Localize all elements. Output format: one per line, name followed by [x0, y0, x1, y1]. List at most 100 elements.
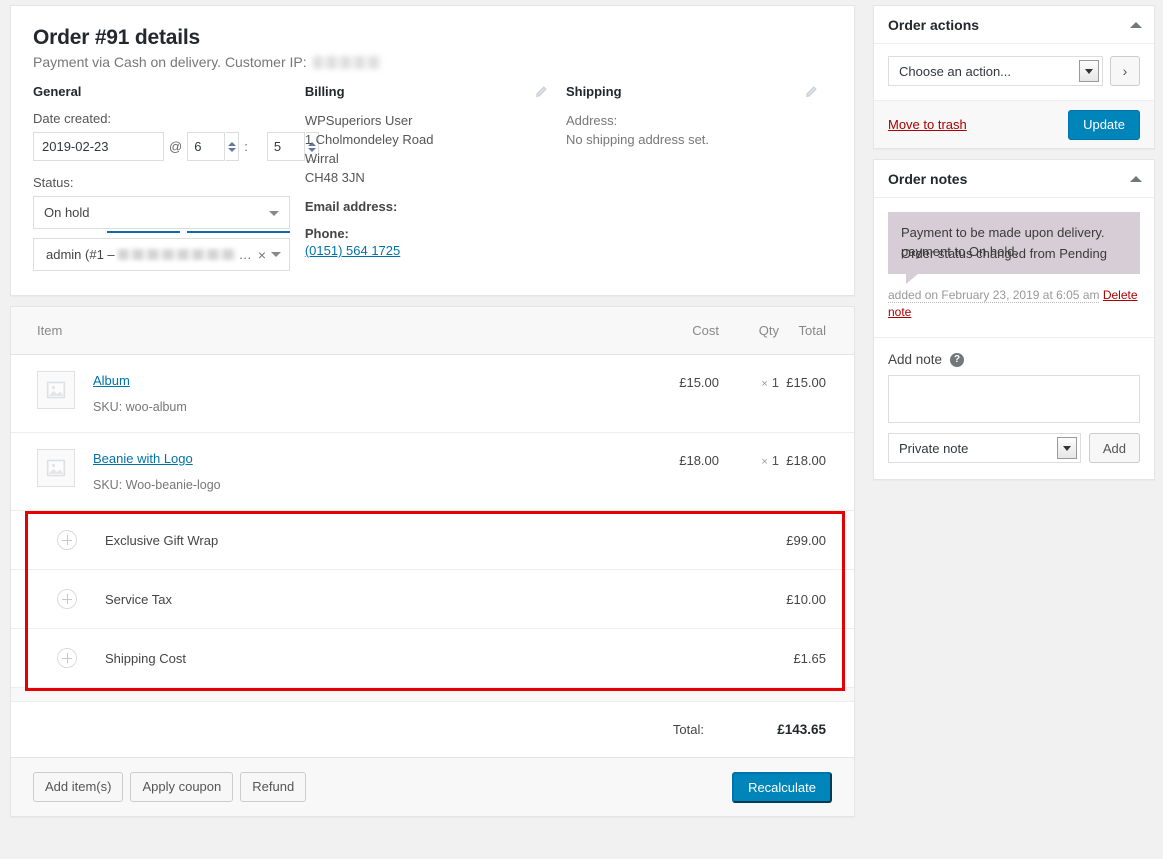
product-sku: SKU: woo-album — [93, 400, 187, 414]
order-action-select[interactable]: Choose an action... — [888, 56, 1103, 86]
table-row[interactable]: Service Tax £10.00 — [11, 570, 854, 629]
apply-action-button[interactable]: › — [1110, 56, 1140, 86]
order-data-panel: Order #91 details Payment via Cash on de… — [10, 5, 855, 296]
item-qty-value: 1 — [771, 375, 779, 390]
order-actions-panel: Order actions Choose an action... › Move… — [873, 5, 1155, 149]
general-column: General Date created: @ : — [33, 84, 319, 271]
date-created-label: Date created: — [33, 111, 112, 126]
fee-name: Shipping Cost — [105, 650, 186, 666]
note-type-value: Private note — [899, 440, 969, 456]
order-items-panel: Item Cost Qty Total Album SKU: woo-album — [10, 306, 855, 817]
table-row[interactable]: Beanie with Logo SKU: Woo-beanie-logo £1… — [11, 433, 854, 511]
add-fee-plus-icon[interactable] — [57, 530, 77, 550]
at-symbol: @ — [169, 139, 183, 154]
collapse-toggle-icon[interactable] — [1130, 21, 1142, 28]
sidebar: Order actions Choose an action... › Move… — [873, 5, 1155, 490]
add-note-section: Add note ? Private note Add — [874, 337, 1154, 479]
add-note-label: Add note — [888, 352, 943, 367]
date-created-input[interactable] — [33, 132, 164, 161]
shipping-address-label: Address: — [565, 113, 618, 128]
add-note-controls: Private note Add — [888, 433, 1140, 463]
general-heading: General — [33, 84, 82, 99]
underline-segment-left — [107, 231, 180, 233]
update-button[interactable]: Update — [1068, 109, 1140, 140]
item-details: Beanie with Logo SKU: Woo-beanie-logo — [93, 449, 649, 492]
clear-customer-icon[interactable]: × — [253, 247, 271, 263]
order-subtitle: Payment via Cash on delivery. Customer I… — [33, 54, 832, 70]
product-link[interactable]: Album — [93, 373, 130, 388]
move-to-trash-link[interactable]: Move to trash — [888, 117, 967, 132]
items-table-header: Item Cost Qty Total — [11, 307, 854, 355]
shipping-column: Shipping Address: No shipping address se… — [566, 84, 832, 271]
note-text: Payment to be made upon delivery. paymen… — [901, 223, 1127, 261]
items-action-bar: Add item(s) Apply coupon Refund Recalcul… — [11, 758, 854, 816]
spinner-down-icon[interactable] — [228, 147, 237, 152]
customer-name: admin (#1 – — [46, 247, 115, 262]
order-total-label: Total: — [672, 722, 704, 737]
collapse-toggle-icon[interactable] — [1130, 175, 1142, 182]
billing-email-label: Email address: — [304, 199, 398, 214]
order-status-value: On hold — [44, 205, 90, 220]
add-items-button[interactable]: Add item(s) — [33, 772, 124, 802]
shipping-heading: Shipping — [565, 84, 622, 99]
hour-input[interactable] — [187, 132, 226, 161]
fee-amount: £10.00 — [786, 591, 826, 607]
column-header-total: Total — [798, 323, 826, 338]
note-type-select[interactable]: Private note — [888, 433, 1081, 463]
note-line-3: Order status changed from Pending — [901, 246, 1107, 261]
billing-postcode: CH48 3JN — [304, 170, 365, 185]
add-note-button[interactable]: Add — [1088, 433, 1140, 463]
product-sku: SKU: Woo-beanie-logo — [93, 478, 221, 492]
image-placeholder-icon — [46, 381, 66, 399]
chevron-down-icon — [1062, 445, 1071, 451]
order-notes-panel: Order notes Payment to be made upon deli… — [873, 159, 1155, 480]
table-row[interactable]: Album SKU: woo-album £15.00 × 1 £15.00 — [11, 355, 854, 433]
billing-phone-link[interactable]: (0151) 564 1725 — [305, 243, 400, 258]
order-notes-list: Payment to be made upon delivery. paymen… — [874, 198, 1154, 337]
billing-column: Billing WPSuperiors User 1 Cholmondeley … — [305, 84, 566, 271]
billing-city: Wirral — [304, 151, 339, 166]
column-header-qty: Qty — [758, 323, 779, 338]
minute-input[interactable] — [266, 132, 305, 161]
add-fee-plus-icon[interactable] — [57, 589, 77, 609]
hour-spinner[interactable] — [226, 132, 240, 161]
add-note-textarea[interactable] — [888, 375, 1140, 423]
order-status-select[interactable]: On hold — [33, 196, 290, 229]
select-dropdown-button[interactable] — [1079, 60, 1099, 82]
status-label: Status: — [33, 175, 74, 190]
apply-coupon-button[interactable]: Apply coupon — [130, 772, 234, 802]
fee-rows-group: Exclusive Gift Wrap £99.00 Service Tax £… — [11, 511, 854, 702]
table-row[interactable]: Exclusive Gift Wrap £99.00 — [11, 511, 854, 570]
item-details: Album SKU: woo-album — [93, 371, 649, 414]
spinner-up-icon[interactable] — [228, 141, 237, 146]
minute-stepper[interactable] — [266, 132, 319, 161]
table-row[interactable]: Shipping Cost £1.65 — [11, 629, 854, 688]
item-qty: × 1 — [719, 449, 779, 468]
list-item: Payment to be made upon delivery. paymen… — [888, 212, 1140, 321]
add-fee-plus-icon[interactable] — [57, 648, 77, 668]
payment-method-text: Payment via Cash on delivery. Customer I… — [33, 54, 307, 70]
edit-billing-pencil-icon[interactable] — [534, 85, 548, 99]
customer-ellipsis: … — [238, 247, 252, 262]
shipping-address-value: No shipping address set. — [565, 132, 710, 147]
help-icon[interactable]: ? — [950, 352, 965, 367]
refund-button[interactable]: Refund — [240, 772, 307, 802]
billing-address1: 1 Cholmondeley Road — [304, 132, 434, 147]
product-thumbnail — [37, 371, 75, 409]
billing-heading: Billing — [304, 84, 345, 99]
customer-value: admin (#1 – … — [46, 247, 252, 262]
recalculate-button[interactable]: Recalculate — [732, 771, 832, 803]
customer-select[interactable]: admin (#1 – … × — [33, 238, 290, 271]
select-dropdown-button[interactable] — [1056, 437, 1077, 459]
product-link[interactable]: Beanie with Logo — [93, 451, 193, 466]
hour-stepper[interactable] — [187, 132, 240, 161]
multiply-icon: × — [761, 456, 768, 468]
edit-shipping-pencil-icon[interactable] — [804, 85, 818, 99]
fee-amount: £1.65 — [793, 650, 826, 666]
item-total: £15.00 — [786, 375, 826, 390]
order-total-value: £143.65 — [777, 722, 826, 737]
product-thumbnail — [37, 449, 75, 487]
underline-segment-right — [186, 231, 290, 233]
note-timestamp: added on February 23, 2019 at 6:05 am — [888, 288, 1100, 303]
fee-name: Service Tax — [105, 591, 172, 607]
